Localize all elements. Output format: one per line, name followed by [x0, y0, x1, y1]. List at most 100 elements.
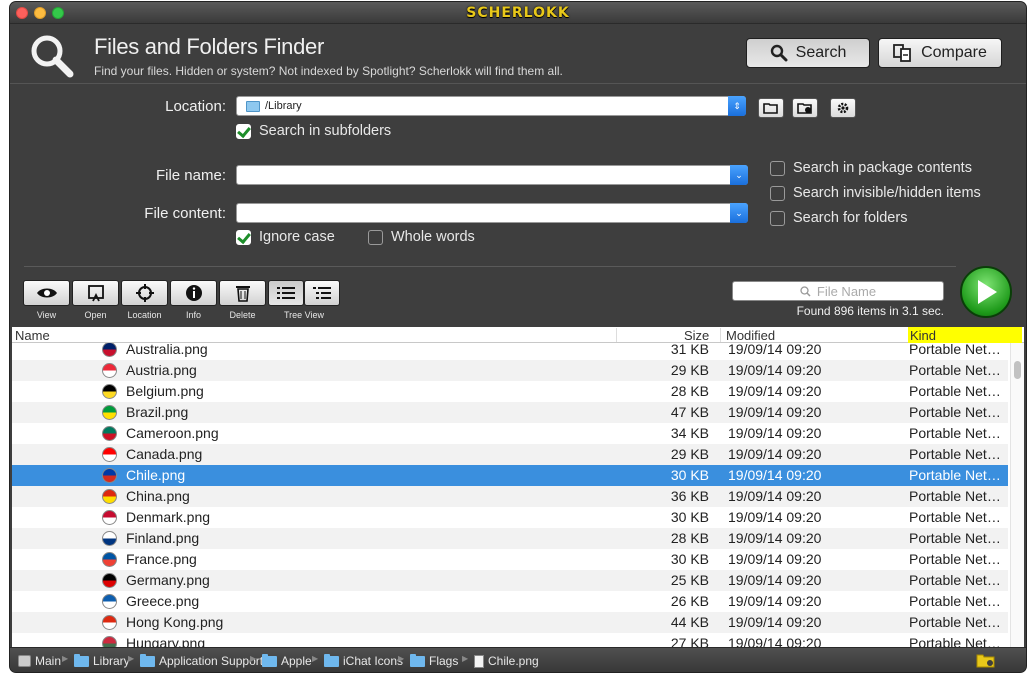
whole-words-checkbox[interactable]: Whole words [368, 229, 475, 245]
chevron-right-icon: ▶ [128, 654, 135, 663]
chevron-right-icon: ▶ [62, 654, 69, 663]
subfolders-label: Search in subfolders [259, 123, 392, 139]
crumb-library[interactable]: Library [74, 653, 130, 668]
ignore-case-checkbox[interactable]: Ignore case [236, 229, 335, 245]
file-name-cell: Brazil.png [126, 404, 189, 420]
file-name-cell: China.png [126, 488, 190, 504]
crumb-ichat-icons[interactable]: iChat Icons [324, 653, 403, 668]
folders-label: Search for folders [793, 210, 908, 226]
ignore-case-label: Ignore case [259, 229, 335, 245]
filter-input[interactable]: File Name [732, 281, 944, 301]
file-size-cell: 34 KB [670, 425, 709, 441]
table-row[interactable]: Denmark.png 30 KB 19/09/14 09:20 Portable N… [12, 507, 1008, 528]
file-kind-cell: Portable Network Graphics image [909, 509, 1007, 525]
table-row[interactable]: Belgium.png 28 KB 19/09/14 09:20 Portable N… [12, 381, 1008, 402]
choose-folder-button[interactable] [758, 98, 784, 118]
file-kind-cell: Portable Network Graphics image [909, 572, 1007, 588]
table-row[interactable]: Finland.png 28 KB 19/09/14 09:20 Portable N… [12, 528, 1008, 549]
file-name-cell: Canada.png [126, 446, 203, 462]
delete-button[interactable] [219, 280, 266, 306]
list-view-button[interactable] [268, 280, 304, 306]
open-button[interactable] [72, 280, 119, 306]
location-combo[interactable]: /Library ⇕ [236, 96, 746, 116]
search-icon [800, 285, 811, 297]
table-row[interactable]: Canada.png 29 KB 19/09/14 09:20 Portable Ne… [12, 444, 1008, 465]
file-size-cell: 28 KB [670, 383, 709, 399]
table-row[interactable]: Greece.png 26 KB 19/09/14 09:20 Portable Ne… [12, 591, 1008, 612]
open-external-icon [87, 285, 104, 302]
filename-dropdown-arrow-icon[interactable]: ⌄ [730, 165, 748, 185]
folder-open-icon [763, 103, 778, 114]
file-kind-cell: Portable Network Graphics image [909, 530, 1007, 546]
file-kind-cell: Portable Network Graphics image [909, 467, 1007, 483]
table-row[interactable]: France.png 30 KB 19/09/14 09:20 Portable Ne… [12, 549, 1008, 570]
subfolders-checkbox[interactable]: Search in subfolders [236, 123, 391, 139]
table-row[interactable]: China.png 36 KB 19/09/14 09:20 Portable Net… [12, 486, 1008, 507]
table-row[interactable]: Hungary.png 27 KB 19/09/14 09:20 Portable N… [12, 633, 1008, 647]
file-kind-cell: Portable Network Graphics image [909, 446, 1007, 462]
crumb-file-label: Chile.png [488, 654, 539, 668]
table-row[interactable]: Hong Kong.png 44 KB 19/09/14 09:20 Portable… [12, 612, 1008, 633]
crumb-file[interactable]: Chile.png [474, 654, 539, 668]
crumb-apple-label: Apple [281, 654, 312, 668]
recent-folder-button[interactable] [792, 98, 818, 118]
settings-button[interactable] [830, 98, 856, 118]
table-row[interactable]: Chile.png 30 KB 19/09/14 09:20 Portable Net… [12, 465, 1008, 486]
invisible-label: Search invisible/hidden items [793, 185, 981, 201]
filename-input[interactable]: ⌄ [236, 165, 748, 185]
table-row[interactable]: Germany.png 25 KB 19/09/14 09:20 Portable N… [12, 570, 1008, 591]
invisible-items-checkbox[interactable]: Search invisible/hidden items [770, 185, 981, 201]
folder-icon [140, 653, 155, 667]
crumb-application-support[interactable]: Application Support [140, 653, 263, 668]
vertical-scrollbar[interactable] [1010, 343, 1024, 647]
tree-view-button[interactable] [304, 280, 340, 306]
reveal-folder-icon[interactable] [976, 652, 996, 668]
scrollbar-thumb[interactable] [1014, 361, 1021, 379]
file-kind-cell: Portable Network Graphics image [909, 593, 1007, 609]
location-tool-label: Location [127, 310, 162, 320]
col-name-header[interactable]: Name [15, 328, 50, 343]
info-button[interactable] [170, 280, 217, 306]
crumb-flags[interactable]: Flags [410, 653, 459, 668]
crumb-apple[interactable]: Apple [262, 653, 312, 668]
col-modified-header[interactable]: Modified [726, 328, 775, 343]
col-size-header[interactable]: Size [684, 328, 709, 343]
file-kind-cell: Portable Network Graphics image [909, 383, 1007, 399]
file-modified-cell: 19/09/14 09:20 [728, 362, 822, 378]
whole-words-check-icon [368, 229, 383, 245]
file-name-cell: Hong Kong.png [126, 614, 224, 630]
compare-mode-button[interactable]: Compare [878, 38, 1002, 68]
search-icon [770, 44, 788, 62]
folders-check-icon [770, 210, 785, 226]
filecontent-dropdown-arrow-icon[interactable]: ⌄ [730, 203, 748, 223]
file-kind-cell: Portable Network Graphics image [909, 614, 1007, 630]
info-icon [185, 285, 202, 301]
file-kind-cell: Portable Network Graphics image [909, 635, 1007, 647]
list-icon [277, 287, 295, 299]
package-contents-checkbox[interactable]: Search in package contents [770, 160, 972, 176]
search-folders-checkbox[interactable]: Search for folders [770, 210, 907, 226]
filename-label: File name: [155, 167, 226, 184]
crumb-main[interactable]: Main [18, 654, 61, 668]
start-search-button[interactable] [960, 266, 1012, 318]
location-button[interactable] [121, 280, 168, 306]
view-button[interactable] [23, 280, 70, 306]
flag-icon [102, 531, 117, 546]
table-row[interactable]: Brazil.png 47 KB 19/09/14 09:20 Portable Ne… [12, 402, 1008, 423]
table-row[interactable]: Austria.png 29 KB 19/09/14 09:20 Portable N… [12, 360, 1008, 381]
play-icon [978, 280, 997, 304]
crumb-flags-label: Flags [429, 654, 459, 668]
page-title: Files and Folders Finder [94, 34, 325, 59]
col-kind-header[interactable]: Kind [910, 328, 936, 343]
chevron-right-icon: ▶ [398, 654, 405, 663]
search-mode-button[interactable]: Search [746, 38, 870, 68]
package-check-icon [770, 160, 785, 176]
file-size-cell: 44 KB [670, 614, 709, 630]
table-row[interactable]: Cameroon.png 34 KB 19/09/14 09:20 Portable … [12, 423, 1008, 444]
package-label: Search in package contents [793, 160, 972, 176]
location-value: /Library [265, 100, 302, 112]
flag-icon [102, 447, 117, 462]
location-dropdown-arrow-icon[interactable]: ⇕ [728, 96, 746, 116]
file-size-cell: 29 KB [670, 446, 709, 462]
filecontent-input[interactable]: ⌄ [236, 203, 748, 223]
